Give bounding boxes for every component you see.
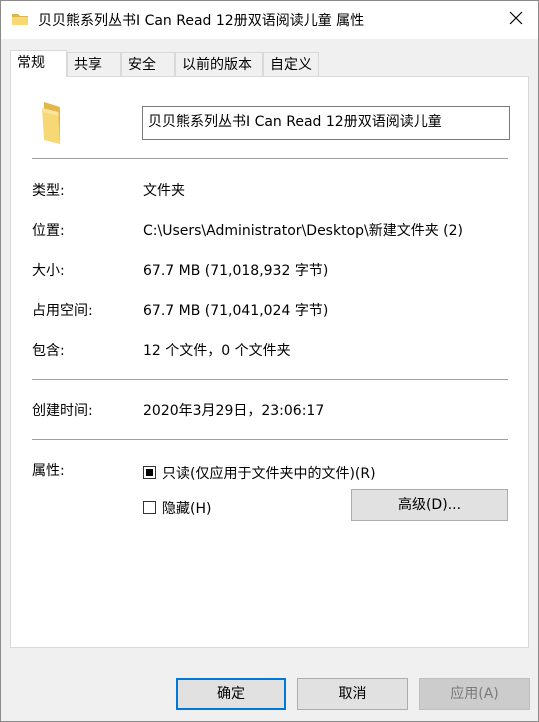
title-bar[interactable]: 贝贝熊系列丛书I Can Read 12册双语阅读儿童 属性 bbox=[1, 1, 538, 39]
hidden-checkbox[interactable] bbox=[143, 501, 156, 514]
folder-icon bbox=[11, 12, 29, 26]
window-title: 贝贝熊系列丛书I Can Read 12册双语阅读儿童 属性 bbox=[38, 13, 365, 29]
contains-label: 包含: bbox=[32, 343, 65, 359]
type-value: 文件夹 bbox=[143, 183, 185, 199]
size-on-disk-value: 67.7 MB (71,041,024 字节) bbox=[143, 303, 329, 319]
divider bbox=[32, 158, 508, 159]
tab-general[interactable]: 常规 bbox=[10, 50, 67, 77]
folder-name-field[interactable]: 贝贝熊系列丛书I Can Read 12册双语阅读儿童 bbox=[142, 106, 510, 140]
divider bbox=[32, 439, 508, 440]
created-value: 2020年3月29日，23:06:17 bbox=[143, 403, 325, 419]
readonly-checkbox[interactable] bbox=[143, 466, 156, 479]
location-label: 位置: bbox=[32, 223, 65, 239]
size-value: 67.7 MB (71,018,932 字节) bbox=[143, 263, 329, 279]
location-value: C:\Users\Administrator\Desktop\新建文件夹 (2) bbox=[143, 223, 464, 239]
size-on-disk-label: 占用空间: bbox=[32, 303, 93, 319]
general-panel: 贝贝熊系列丛书I Can Read 12册双语阅读儿童 类型: 文件夹 位置: … bbox=[10, 76, 529, 648]
close-button[interactable] bbox=[494, 1, 538, 39]
size-label: 大小: bbox=[32, 263, 65, 279]
tab-customize[interactable]: 自定义 bbox=[263, 52, 319, 76]
cancel-button[interactable]: 取消 bbox=[297, 678, 408, 710]
indeterminate-mark bbox=[146, 469, 153, 476]
close-icon bbox=[509, 11, 523, 29]
ok-button[interactable]: 确定 bbox=[176, 678, 286, 710]
type-label: 类型: bbox=[32, 183, 65, 199]
created-label: 创建时间: bbox=[32, 403, 93, 419]
properties-window: 贝贝熊系列丛书I Can Read 12册双语阅读儿童 属性 常规 共享 安全 … bbox=[0, 0, 539, 722]
advanced-button[interactable]: 高级(D)... bbox=[351, 489, 508, 521]
readonly-label[interactable]: 只读(仅应用于文件夹中的文件)(R) bbox=[162, 463, 376, 483]
divider bbox=[32, 379, 508, 380]
attributes-label: 属性: bbox=[32, 463, 65, 479]
tab-security[interactable]: 安全 bbox=[121, 52, 175, 76]
contains-value: 12 个文件，0 个文件夹 bbox=[143, 343, 291, 359]
hidden-label[interactable]: 隐藏(H) bbox=[162, 498, 211, 518]
tab-previous-versions[interactable]: 以前的版本 bbox=[175, 52, 263, 76]
large-folder-icon bbox=[38, 98, 74, 146]
apply-button[interactable]: 应用(A) bbox=[419, 678, 530, 710]
tab-sharing[interactable]: 共享 bbox=[67, 52, 121, 76]
